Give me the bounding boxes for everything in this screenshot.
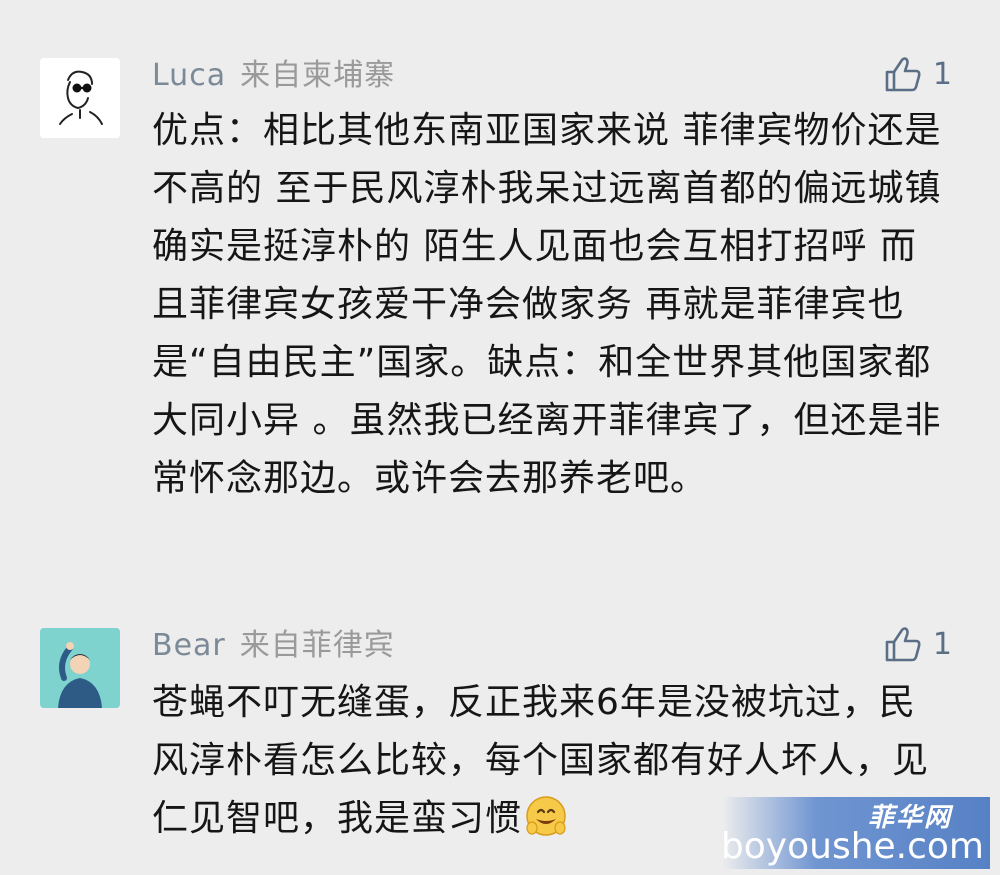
like-button[interactable]: 1 [883, 54, 952, 94]
thumbs-up-icon [885, 57, 921, 92]
watermark-site: boyoushe.com [720, 826, 984, 867]
avatar[interactable] [40, 628, 120, 708]
avatar[interactable] [40, 58, 120, 138]
comment-meta: Bear 来自菲律宾 [152, 628, 395, 664]
username[interactable]: Luca [152, 58, 226, 93]
location-label: 来自柬埔寨 [240, 58, 396, 93]
like-button[interactable]: 1 [883, 624, 952, 664]
comment-text: 优点：相比其他东南亚国家来说 菲律宾物价还是不高的 至于民风淳朴我呆过远离首都的… [152, 110, 942, 499]
username[interactable]: Bear [152, 628, 226, 663]
avatar-illustration-icon [40, 628, 120, 708]
smile-emoji-icon [526, 796, 566, 836]
location-label: 来自菲律宾 [239, 628, 395, 663]
like-count: 1 [932, 626, 952, 662]
watermark: 菲华网 boyoushe.com [720, 797, 990, 869]
thumbs-up-icon [885, 627, 921, 662]
avatar-sketch-icon [59, 70, 103, 125]
comment-meta: Luca 来自柬埔寨 [152, 58, 395, 94]
like-count: 1 [932, 56, 952, 92]
